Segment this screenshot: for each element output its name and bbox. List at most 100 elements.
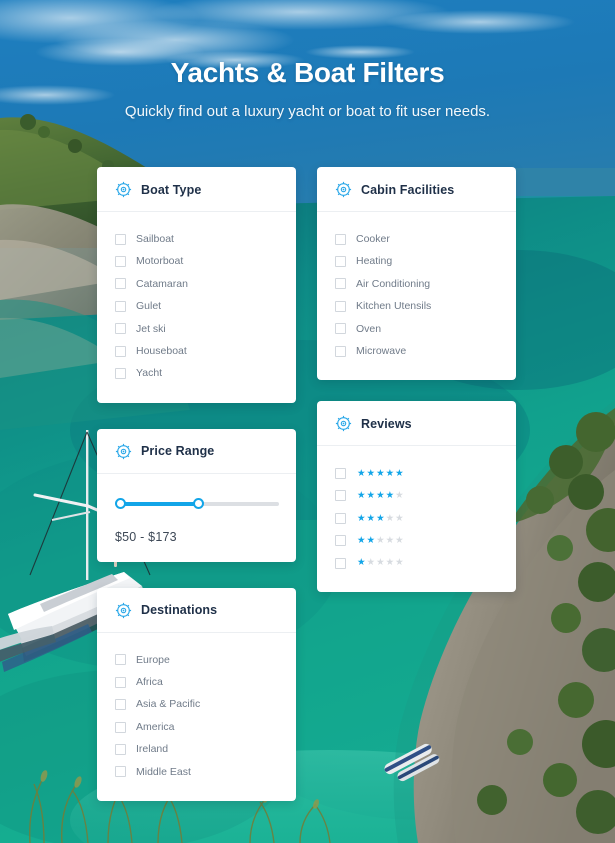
- star-filled-icon: ★: [366, 490, 376, 502]
- filter-option[interactable]: America: [115, 716, 280, 738]
- card-body: Cooker Heating Air Conditioning Kitchen Ute…: [317, 212, 516, 380]
- star-empty-icon: ★: [385, 534, 395, 546]
- card-header: Destinations: [97, 588, 296, 633]
- rating-filter-row[interactable]: ★ ★ ★ ★ ★: [335, 530, 500, 552]
- star-filled-icon: ★: [376, 467, 385, 479]
- filter-option[interactable]: Jet ski: [115, 318, 280, 340]
- ship-wheel-icon: [335, 415, 352, 432]
- checkbox-icon[interactable]: [335, 278, 346, 290]
- star-filled-icon: ★: [357, 467, 366, 479]
- rating-filter-row[interactable]: ★ ★ ★ ★ ★: [335, 552, 500, 574]
- card-header: Boat Type: [97, 167, 296, 212]
- card-body: ★ ★ ★ ★ ★ ★ ★ ★ ★ ★ ★ ★ ★ ★ ★ ★ ★ ★ ★ ★ ★ ★ ★ ★ ★: [317, 446, 516, 592]
- checkbox-icon[interactable]: [335, 233, 346, 245]
- filter-option-label: America: [136, 720, 175, 733]
- filter-option-label: Africa: [136, 676, 163, 689]
- star-empty-icon: ★: [395, 557, 404, 569]
- star-rating: ★ ★ ★ ★ ★: [357, 469, 404, 479]
- checkbox-icon[interactable]: [335, 557, 346, 569]
- checkbox-icon[interactable]: [115, 766, 126, 778]
- checkbox-icon[interactable]: [115, 721, 126, 733]
- filter-option-label: Houseboat: [136, 344, 187, 357]
- filter-option-label: Middle East: [136, 765, 191, 778]
- filter-option[interactable]: Kitchen Utensils: [335, 295, 500, 317]
- filter-option[interactable]: Ireland: [115, 738, 280, 760]
- filter-option[interactable]: Catamaran: [115, 273, 280, 295]
- ship-wheel-icon: [115, 181, 132, 198]
- filter-option[interactable]: Oven: [335, 318, 500, 340]
- filter-column-right: Cabin Facilities Cooker Heating Air Condit…: [317, 167, 516, 593]
- star-empty-icon: ★: [385, 557, 395, 569]
- filter-option-label: Ireland: [136, 743, 169, 756]
- checkbox-icon[interactable]: [115, 345, 126, 357]
- page-subtitle: Quickly find out a luxury yacht or boat …: [124, 102, 491, 120]
- checkbox-icon[interactable]: [335, 323, 346, 335]
- ship-wheel-icon: [115, 602, 132, 619]
- rating-filter-row[interactable]: ★ ★ ★ ★ ★: [335, 507, 500, 529]
- filter-option[interactable]: Sailboat: [115, 228, 280, 250]
- slider-track-fill: [120, 501, 198, 506]
- filter-option[interactable]: Europe: [115, 649, 280, 671]
- star-filled-icon: ★: [366, 534, 376, 546]
- checkbox-icon[interactable]: [115, 233, 126, 245]
- checkbox-icon[interactable]: [335, 490, 346, 502]
- filter-option-label: Cooker: [356, 232, 390, 245]
- checkbox-icon[interactable]: [115, 323, 126, 335]
- checkbox-icon[interactable]: [115, 368, 126, 380]
- slider-handle-max[interactable]: [193, 497, 204, 509]
- filter-option[interactable]: Motorboat: [115, 250, 280, 272]
- filter-option[interactable]: Gulet: [115, 295, 280, 317]
- card-header: Cabin Facilities: [317, 167, 516, 212]
- filter-option[interactable]: Microwave: [335, 340, 500, 362]
- star-empty-icon: ★: [395, 512, 404, 524]
- checkbox-icon[interactable]: [115, 278, 126, 290]
- filter-option-label: Jet ski: [136, 322, 166, 335]
- checkbox-icon[interactable]: [115, 699, 126, 711]
- checkbox-icon[interactable]: [335, 535, 346, 547]
- filter-cards-container: Boat Type Sailboat Motorboat Catamaran Gule…: [97, 167, 517, 802]
- checkbox-icon[interactable]: [115, 654, 126, 666]
- card-title: Boat Type: [141, 182, 202, 197]
- filter-option[interactable]: Air Conditioning: [335, 273, 500, 295]
- filter-option-label: Kitchen Utensils: [356, 300, 432, 313]
- checkbox-icon[interactable]: [335, 256, 346, 268]
- filter-option[interactable]: Cooker: [335, 228, 500, 250]
- checkbox-icon[interactable]: [115, 300, 126, 312]
- star-filled-icon: ★: [385, 490, 395, 502]
- checkbox-icon[interactable]: [335, 345, 346, 357]
- checkbox-icon[interactable]: [115, 743, 126, 755]
- filter-option-label: Oven: [356, 322, 382, 335]
- star-empty-icon: ★: [366, 557, 376, 569]
- card-title: Reviews: [361, 416, 412, 431]
- filter-column-left: Boat Type Sailboat Motorboat Catamaran Gule…: [97, 167, 296, 802]
- filter-option[interactable]: Middle East: [115, 761, 280, 783]
- star-filled-icon: ★: [357, 512, 366, 524]
- checkbox-icon[interactable]: [335, 300, 346, 312]
- star-filled-icon: ★: [376, 512, 385, 524]
- filter-option-label: Europe: [136, 653, 170, 666]
- star-empty-icon: ★: [385, 512, 395, 524]
- filter-option[interactable]: Heating: [335, 250, 500, 272]
- star-empty-icon: ★: [395, 490, 404, 502]
- review-rating-rows: ★ ★ ★ ★ ★ ★ ★ ★ ★ ★ ★ ★ ★ ★ ★ ★ ★ ★ ★ ★ ★ ★ ★ ★ ★: [335, 462, 500, 574]
- rating-filter-row[interactable]: ★ ★ ★ ★ ★: [335, 462, 500, 484]
- filter-option[interactable]: Africa: [115, 671, 280, 693]
- destination-options: Europe Africa Asia & Pacific America Ireland…: [115, 649, 280, 783]
- cabin-facility-options: Cooker Heating Air Conditioning Kitchen Ute…: [335, 228, 500, 362]
- filter-option-label: Motorboat: [136, 255, 184, 268]
- checkbox-icon[interactable]: [335, 512, 346, 524]
- rating-filter-row[interactable]: ★ ★ ★ ★ ★: [335, 485, 500, 507]
- card-body: $50 - $173: [97, 474, 296, 562]
- filter-option[interactable]: Asia & Pacific: [115, 694, 280, 716]
- price-range-slider[interactable]: [115, 490, 280, 516]
- checkbox-icon[interactable]: [335, 468, 346, 480]
- filter-option-label: Gulet: [136, 300, 162, 313]
- star-rating: ★ ★ ★ ★ ★: [357, 558, 404, 568]
- filter-option[interactable]: Houseboat: [115, 340, 280, 362]
- card-header: Reviews: [317, 401, 516, 447]
- checkbox-icon[interactable]: [115, 256, 126, 268]
- filter-option[interactable]: Yacht: [115, 362, 280, 384]
- filter-option-label: Sailboat: [136, 232, 174, 245]
- checkbox-icon[interactable]: [115, 676, 126, 688]
- slider-handle-min[interactable]: [115, 497, 126, 509]
